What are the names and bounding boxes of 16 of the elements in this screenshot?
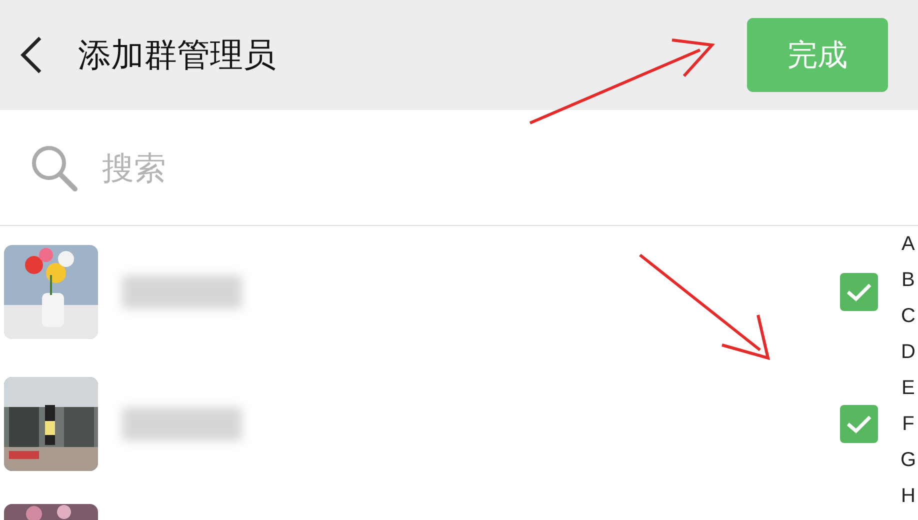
index-letter[interactable]: B: [902, 262, 915, 298]
index-letter[interactable]: G: [900, 442, 916, 478]
index-letter[interactable]: C: [900, 298, 916, 334]
index-letter[interactable]: F: [902, 406, 914, 442]
index-letter[interactable]: D: [900, 334, 916, 370]
check-icon: [846, 414, 872, 434]
page-title: 添加群管理员: [78, 34, 276, 76]
check-icon: [846, 282, 872, 302]
index-letter[interactable]: A: [902, 226, 915, 262]
index-letter[interactable]: E: [902, 370, 915, 406]
back-icon[interactable]: [18, 35, 44, 75]
search-icon: [30, 144, 78, 192]
search-field[interactable]: 搜索: [102, 144, 502, 192]
checkbox[interactable]: [840, 273, 878, 311]
index-letter[interactable]: H: [900, 478, 916, 514]
checkbox[interactable]: [840, 405, 878, 443]
